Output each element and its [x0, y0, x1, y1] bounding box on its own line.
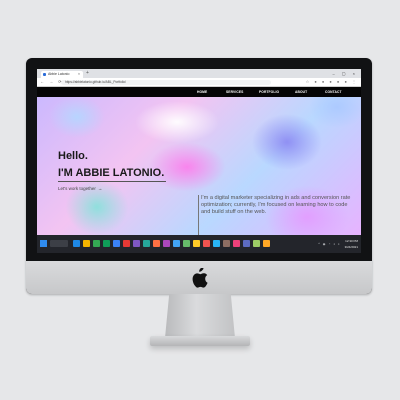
- extension-icons[interactable]: ☆ ● ● ● ● ● ⋮: [306, 78, 358, 86]
- app-icon-14[interactable]: [233, 240, 240, 247]
- app-icon-4[interactable]: [133, 240, 140, 247]
- url-input[interactable]: https://abbielatonio.github.io/ABL_Portf…: [61, 79, 271, 85]
- app-icon-2[interactable]: [113, 240, 120, 247]
- windows-taskbar: ^ ◉ ◔ ◖ ◗ 12:30 PM 3/24/2021: [37, 235, 361, 253]
- app-icon-16[interactable]: [253, 240, 260, 247]
- app-icon-3[interactable]: [123, 240, 130, 247]
- arrow-right-icon: →: [97, 186, 103, 191]
- app-icon-11[interactable]: [203, 240, 210, 247]
- file-explorer-icon[interactable]: [83, 240, 90, 247]
- app-icon-6[interactable]: [153, 240, 160, 247]
- portfolio-website: HOME SERVICES PORTFOLIO ABOUT CONTACT He…: [37, 87, 361, 235]
- favicon-icon: [43, 73, 46, 76]
- cta-link[interactable]: Let's work together →: [58, 186, 102, 191]
- taskview-icon[interactable]: [73, 240, 80, 247]
- system-tray-icons[interactable]: ^ ◉ ◔ ◖ ◗: [318, 240, 341, 248]
- app-icon-10[interactable]: [193, 240, 200, 247]
- window-controls[interactable]: – ▢ ×: [332, 69, 358, 78]
- app-icon-8[interactable]: [173, 240, 180, 247]
- app-icon-1[interactable]: [103, 240, 110, 247]
- nav-home[interactable]: HOME: [197, 87, 207, 97]
- browser-address-bar: ← → ⟳ https://abbielatonio.github.io/ABL…: [37, 78, 361, 87]
- hero-name: I'M ABBIE LATONIO.: [58, 167, 165, 179]
- bio-divider: [198, 195, 199, 235]
- taskbar-search[interactable]: [50, 240, 68, 247]
- app-icon-5[interactable]: [143, 240, 150, 247]
- app-icon-7[interactable]: [163, 240, 170, 247]
- new-tab-icon[interactable]: +: [86, 70, 89, 77]
- screen: Abbie Latonio × + – ▢ × ← → ⟳ https://ab…: [37, 69, 361, 253]
- hero-greeting: Hello.: [58, 150, 88, 162]
- app-icon-17[interactable]: [263, 240, 270, 247]
- url-text: https://abbielatonio.github.io/ABL_Portf…: [65, 79, 126, 84]
- taskbar-clock[interactable]: 12:30 PM 3/24/2021: [345, 238, 358, 250]
- browser-tab-bar: Abbie Latonio × + – ▢ ×: [37, 69, 361, 78]
- imac-stand-base: [150, 336, 250, 346]
- cta-label: Let's work together: [58, 186, 96, 191]
- nav-contact[interactable]: CONTACT: [325, 87, 342, 97]
- browser-tab[interactable]: Abbie Latonio ×: [41, 71, 83, 78]
- hero-divider: [58, 181, 166, 182]
- clock-date: 3/24/2021: [344, 245, 358, 249]
- imac-stand: [165, 294, 235, 338]
- app-icon-9[interactable]: [183, 240, 190, 247]
- app-icon-15[interactable]: [243, 240, 250, 247]
- tab-title: Abbie Latonio: [48, 72, 70, 76]
- nav-portfolio[interactable]: PORTFOLIO: [259, 87, 279, 97]
- app-icon-13[interactable]: [223, 240, 230, 247]
- bio-text: I'm a digital marketer specializing in a…: [201, 195, 351, 215]
- close-tab-icon[interactable]: ×: [78, 71, 80, 78]
- nav-services[interactable]: SERVICES: [226, 87, 243, 97]
- chrome-icon[interactable]: [93, 240, 100, 247]
- nav-about[interactable]: ABOUT: [295, 87, 307, 97]
- app-icon-12[interactable]: [213, 240, 220, 247]
- site-navbar: HOME SERVICES PORTFOLIO ABOUT CONTACT: [37, 87, 361, 97]
- apple-logo-icon: [192, 268, 208, 288]
- windows-start-icon[interactable]: [40, 240, 47, 247]
